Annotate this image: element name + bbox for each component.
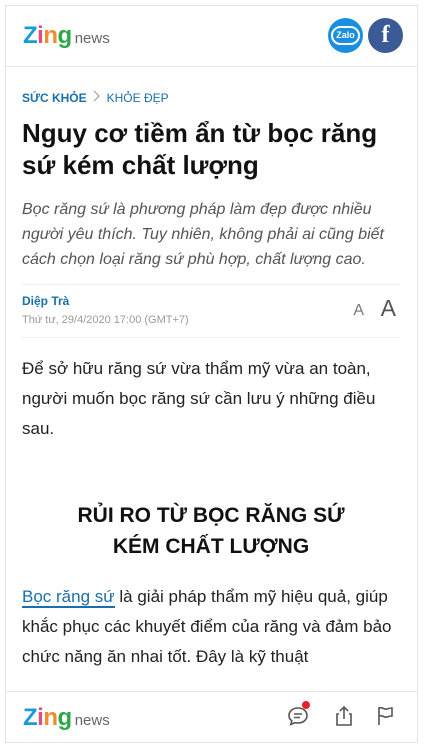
article-paragraph: Để sở hữu răng sứ vừa thẩm mỹ vừa an toà… [22,359,376,438]
share-icon[interactable] [332,704,356,728]
zing-news-logo[interactable]: Zing news [23,704,110,732]
breadcrumb: SỨC KHỎE KHỎE ĐẸP [22,90,400,105]
facebook-icon: f [381,22,390,48]
increase-font-button[interactable]: A [381,295,396,322]
article-paragraph: Bọc răng sứ là giải pháp thẩm mỹ hiệu qu… [22,582,400,672]
zalo-share-button[interactable]: Zalo [328,18,363,53]
breadcrumb-category[interactable]: SỨC KHỎE [22,91,87,105]
notification-dot [302,701,310,709]
section-heading: RỦI RO TỪ BỌC RĂNG SỨ KÉM CHẤT LƯỢNG [22,500,400,562]
logo-news-text: news [74,30,110,47]
section-heading-line: RỦI RO TỪ BỌC RĂNG SỨ [77,504,345,527]
zalo-icon: Zalo [331,26,360,45]
logo-zing-wordmark: Zing [23,704,72,731]
inline-link[interactable]: Bọc răng sứ [22,587,115,608]
app-frame: Zing news Zalo f SỨC KHỎE KHỎE ĐẸP Nguy … [5,5,418,743]
logo-news-text: news [74,712,110,729]
comment-icon[interactable] [286,701,310,728]
article-sapo: Bọc răng sứ là phương pháp làm đẹp được … [22,201,384,268]
logo-zing-wordmark: Zing [23,22,72,49]
top-header: Zing news Zalo f [6,6,417,67]
bottom-toolbar: Zing news [6,691,417,742]
article-content: SỨC KHỎE KHỎE ĐẸP Nguy cơ tiềm ẩn từ bọc… [22,66,400,672]
article-meta: Diệp Trà Thứ tư, 29/4/2020 17:00 (GMT+7)… [22,284,400,338]
chevron-right-icon [93,90,101,105]
flag-icon[interactable] [373,704,397,728]
zing-news-logo[interactable]: Zing news [23,22,110,50]
decrease-font-button[interactable]: A [353,302,364,320]
author-name[interactable]: Diệp Trà [22,294,69,308]
article-title: Nguy cơ tiềm ẩn từ bọc răng sứ kém chất … [22,118,378,180]
publish-date: Thứ tư, 29/4/2020 17:00 (GMT+7) [22,314,189,326]
section-heading-line: KÉM CHẤT LƯỢNG [112,535,310,558]
breadcrumb-subcategory[interactable]: KHỎE ĐẸP [107,91,169,105]
facebook-share-button[interactable]: f [368,18,403,53]
